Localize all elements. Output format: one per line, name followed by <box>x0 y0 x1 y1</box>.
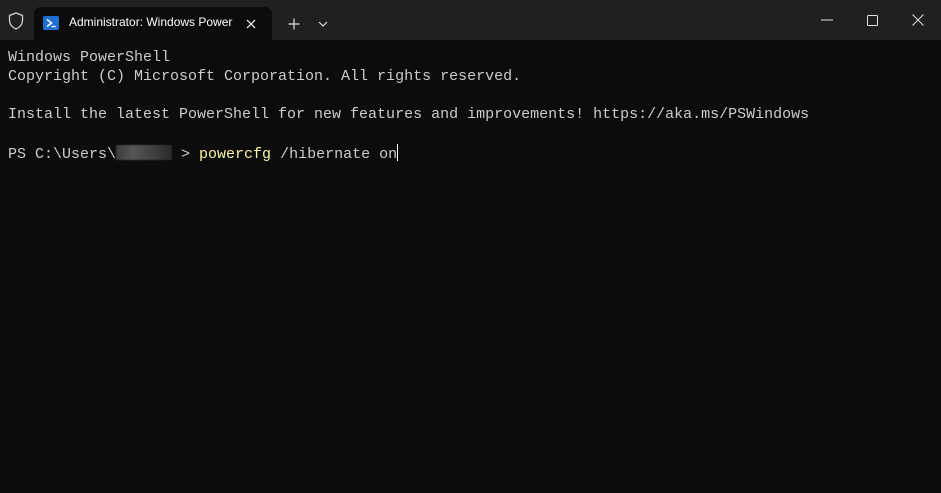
close-tab-icon[interactable] <box>242 15 260 33</box>
command-arguments: /hibernate on <box>271 146 398 163</box>
powershell-icon <box>43 16 59 30</box>
plus-icon[interactable] <box>283 14 305 34</box>
minimize-icon[interactable] <box>812 7 842 33</box>
prompt-line: PS C:\Users\ > powercfg /hibernate on <box>8 144 399 163</box>
terminal-output[interactable]: Windows PowerShell Copyright (C) Microso… <box>0 40 941 493</box>
redacted-username <box>116 145 173 160</box>
title-bar: Administrator: Windows PowerShell <box>0 0 941 40</box>
terminal-line: Copyright (C) Microsoft Corporation. All… <box>8 68 522 85</box>
command-text: powercfg <box>199 146 272 163</box>
terminal-line: Windows PowerShell <box>8 49 171 66</box>
prompt-suffix: > <box>172 146 200 163</box>
prompt-prefix: PS C:\Users\ <box>8 146 117 163</box>
maximize-icon[interactable] <box>857 7 887 33</box>
tab-powershell[interactable]: Administrator: Windows PowerShell <box>34 7 272 40</box>
chevron-down-icon[interactable] <box>312 14 334 34</box>
terminal-line: Install the latest PowerShell for new fe… <box>8 106 810 123</box>
close-icon[interactable] <box>903 7 933 33</box>
shield-icon <box>6 11 26 31</box>
text-cursor <box>397 144 399 161</box>
tab-title: Administrator: Windows PowerShell <box>69 15 233 29</box>
